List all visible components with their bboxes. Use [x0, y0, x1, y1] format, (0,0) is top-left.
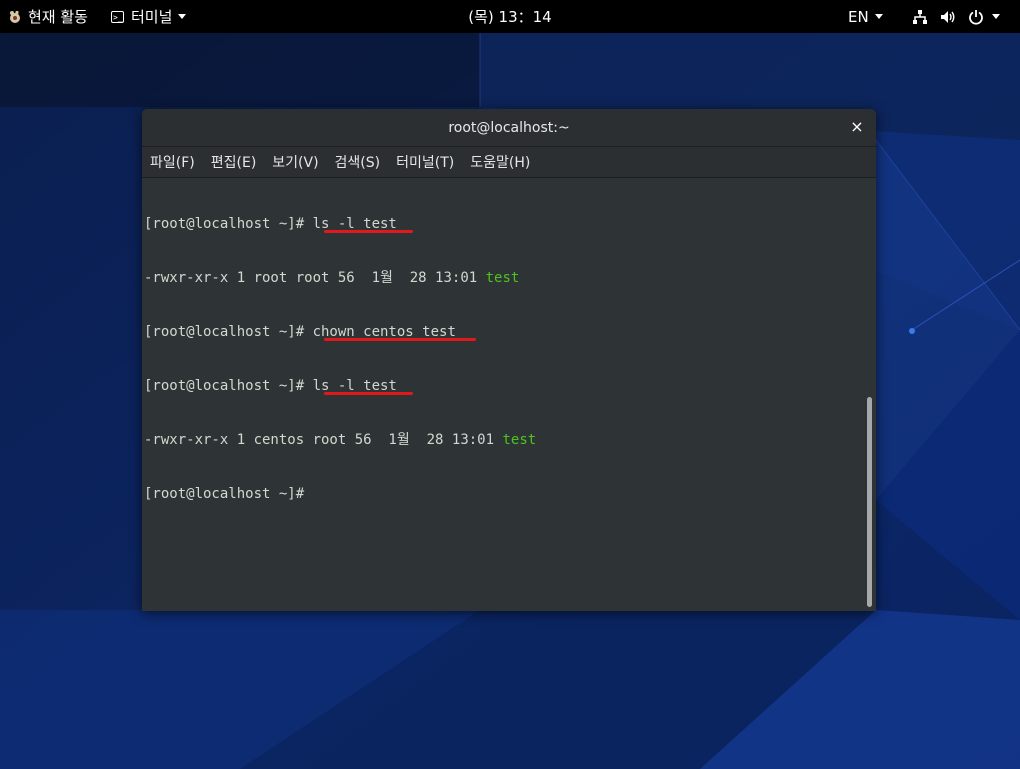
power-icon — [968, 9, 984, 25]
output-highlight: test — [502, 432, 537, 448]
menu-bar: 파일(F) 편집(E) 보기(V) 검색(S) 터미널(T) 도움말(H) — [142, 147, 876, 178]
terminal-line: [root@localhost ~]# ls -l test — [144, 377, 860, 395]
menu-search[interactable]: 검색(S) — [327, 152, 389, 172]
output-highlight: test — [485, 270, 520, 286]
prompt: [root@localhost ~]# — [144, 324, 313, 340]
volume-icon — [940, 9, 956, 25]
terminal-icon: >_ — [111, 10, 124, 23]
app-menu-label: 터미널 — [131, 8, 173, 26]
prompt: [root@localhost ~]# — [144, 216, 313, 232]
close-icon: × — [850, 117, 864, 136]
terminal-text: [root@localhost ~]# ls -l test -rwxr-xr-… — [144, 179, 860, 539]
terminal-line: [root@localhost ~]# — [144, 485, 860, 503]
top-bar: 현재 활동 >_ 터미널 (목) 13：14 EN — [0, 0, 1020, 33]
output-text: -rwxr-xr-x 1 centos root 56 1월 28 13:01 — [144, 432, 503, 448]
menu-terminal[interactable]: 터미널(T) — [388, 152, 462, 172]
red-underline — [324, 392, 413, 395]
activities-button[interactable]: 현재 활동 — [8, 0, 88, 33]
chevron-down-icon — [178, 14, 187, 19]
language-selector[interactable]: EN — [848, 0, 883, 33]
close-button[interactable]: × — [848, 118, 866, 136]
red-underline — [324, 230, 413, 233]
terminal-line: -rwxr-xr-x 1 root root 56 1월 28 13:01 te… — [144, 269, 860, 287]
output-text: -rwxr-xr-x 1 root root 56 1월 28 13:01 — [144, 270, 486, 286]
menu-file[interactable]: 파일(F) — [142, 152, 203, 172]
menu-edit[interactable]: 편집(E) — [203, 152, 265, 172]
chevron-down-icon — [874, 14, 883, 19]
chevron-down-icon — [992, 14, 1000, 19]
terminal-line: [root@localhost ~]# chown centos test — [144, 323, 860, 341]
scrollbar-thumb[interactable] — [867, 397, 872, 607]
menu-help[interactable]: 도움말(H) — [462, 152, 538, 172]
terminal-line: -rwxr-xr-x 1 centos root 56 1월 28 13:01 … — [144, 431, 860, 449]
window-title: root@localhost:~ — [448, 119, 570, 136]
terminal-window: root@localhost:~ × 파일(F) 편집(E) 보기(V) 검색(… — [142, 109, 876, 611]
activities-label: 현재 활동 — [28, 8, 88, 26]
menu-view[interactable]: 보기(V) — [264, 152, 326, 172]
prompt: [root@localhost ~]# — [144, 486, 313, 502]
clock-label[interactable]: (목) 13：14 — [468, 6, 551, 27]
scrollbar[interactable] — [865, 178, 874, 611]
prompt: [root@localhost ~]# — [144, 378, 313, 394]
app-menu-button[interactable]: >_ 터미널 — [111, 0, 187, 33]
red-underline — [324, 338, 476, 341]
terminal-line: [root@localhost ~]# ls -l test — [144, 215, 860, 233]
gnome-logo-icon — [10, 10, 20, 23]
system-menu[interactable] — [912, 0, 1000, 33]
terminal-output[interactable]: [root@localhost ~]# ls -l test -rwxr-xr-… — [142, 178, 876, 611]
language-label: EN — [848, 7, 869, 26]
network-icon — [912, 9, 928, 25]
window-titlebar[interactable]: root@localhost:~ × — [142, 109, 876, 147]
